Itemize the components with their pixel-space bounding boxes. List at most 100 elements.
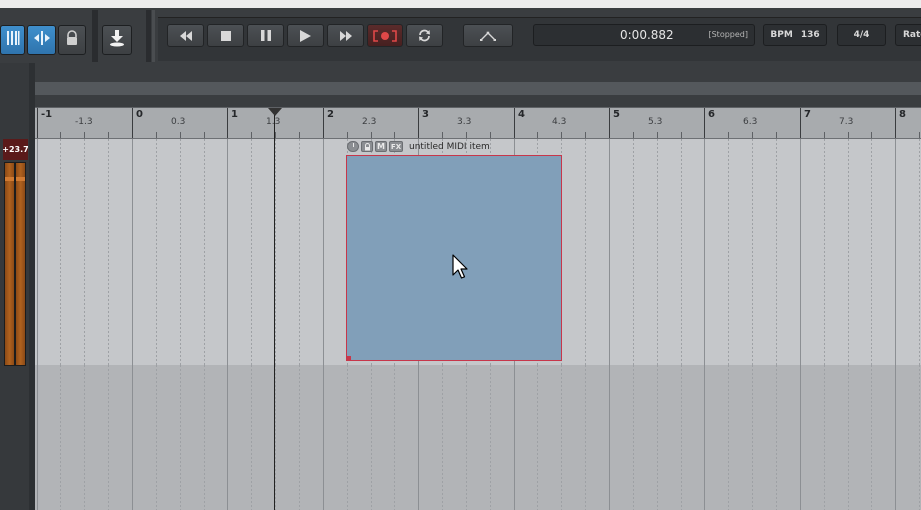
item-lock-icon[interactable] bbox=[361, 141, 373, 152]
transport-state: [Stopped] bbox=[708, 30, 748, 39]
play-cursor-head[interactable] bbox=[268, 108, 282, 116]
ruler-beat-tick bbox=[180, 132, 181, 138]
ruler-bar-tick bbox=[609, 108, 610, 138]
grid-line bbox=[704, 365, 705, 510]
fast-forward-icon bbox=[339, 30, 353, 41]
grid-line bbox=[442, 365, 443, 510]
grid-line bbox=[132, 365, 133, 510]
playback-time: 0:00.882 bbox=[620, 28, 674, 42]
bpm-value: 136 bbox=[800, 30, 820, 40]
bpm-field[interactable]: BPM 136 bbox=[763, 24, 827, 46]
grid-line bbox=[227, 139, 228, 365]
meter-peak-readout[interactable]: +23.7 bbox=[3, 139, 28, 160]
item-mute-button[interactable]: M bbox=[375, 141, 387, 152]
grid-line bbox=[657, 365, 658, 510]
ruler-beat-label: 6.3 bbox=[743, 117, 758, 127]
bpm-label: BPM bbox=[770, 30, 793, 40]
grid-line bbox=[275, 139, 276, 365]
record-button[interactable] bbox=[367, 24, 403, 47]
ruler-bar-label: 0 bbox=[136, 109, 143, 120]
time-display[interactable]: 0:00.882 [Stopped] bbox=[533, 24, 755, 46]
grid-line bbox=[800, 139, 801, 365]
ruler-beat-tick bbox=[657, 132, 658, 138]
grid-line bbox=[871, 365, 872, 510]
time-signature-field[interactable]: 4/4 bbox=[837, 24, 886, 46]
ruler-beat-tick bbox=[466, 132, 467, 138]
ruler-bar-tick bbox=[514, 108, 515, 138]
grid-line bbox=[108, 365, 109, 510]
play-button[interactable] bbox=[287, 24, 324, 47]
ripple-icon bbox=[33, 30, 51, 50]
grid-line bbox=[585, 139, 586, 365]
loop-button[interactable] bbox=[406, 24, 443, 47]
fast-forward-button[interactable] bbox=[327, 24, 364, 47]
grid-line bbox=[418, 365, 419, 510]
stop-icon bbox=[220, 30, 231, 41]
grid-line bbox=[609, 365, 610, 510]
ruler-bar-tick bbox=[227, 108, 228, 138]
ruler-bar-tick bbox=[37, 108, 38, 138]
ruler-beat-tick bbox=[633, 132, 634, 138]
ruler-bar-label: 1 bbox=[231, 109, 238, 120]
grid-line bbox=[323, 139, 324, 365]
ripple-edit-button[interactable] bbox=[27, 25, 56, 55]
grid-toggle-button[interactable] bbox=[0, 25, 25, 55]
ruler-beat-tick bbox=[84, 132, 85, 138]
ruler-bar-label: 8 bbox=[899, 109, 906, 120]
grid-line bbox=[132, 139, 133, 365]
item-power-icon[interactable] bbox=[347, 141, 359, 152]
ruler-bar-label: 3 bbox=[422, 109, 429, 120]
ruler-beat-label: 3.3 bbox=[457, 117, 472, 127]
rewind-button[interactable] bbox=[167, 24, 204, 47]
lock-button[interactable] bbox=[58, 25, 86, 55]
grid-line bbox=[633, 365, 634, 510]
ruler-bar-tick bbox=[132, 108, 133, 138]
ruler-beat-tick bbox=[537, 132, 538, 138]
pause-button[interactable] bbox=[247, 24, 284, 47]
grid-line bbox=[37, 139, 38, 365]
grid-line bbox=[919, 139, 920, 365]
meter-right-channel bbox=[15, 162, 26, 366]
ruler-beat-tick bbox=[681, 132, 682, 138]
envelope-icon bbox=[480, 31, 496, 41]
daw-window: 0:00.882 [Stopped] BPM 136 4/4 Rate +23.… bbox=[0, 0, 921, 510]
timeline-ruler[interactable]: -1012345678-1.30.31.32.33.34.35.36.37.3 bbox=[35, 107, 921, 139]
ruler-beat-tick bbox=[776, 132, 777, 138]
grid-line bbox=[251, 139, 252, 365]
grid-line bbox=[371, 365, 372, 510]
horizontal-scrollbar[interactable] bbox=[35, 82, 921, 95]
toolbar-separator bbox=[146, 10, 151, 62]
ruler-beat-tick bbox=[108, 132, 109, 138]
grid-line bbox=[514, 365, 515, 510]
ruler-beat-tick bbox=[371, 132, 372, 138]
ruler-beat-tick bbox=[251, 132, 252, 138]
ruler-beat-tick bbox=[60, 132, 61, 138]
stop-button[interactable] bbox=[207, 24, 244, 47]
grid-line bbox=[895, 139, 896, 365]
ruler-bar-label: 5 bbox=[613, 109, 620, 120]
grid-line bbox=[37, 365, 38, 510]
grid-line bbox=[776, 365, 777, 510]
grid-line bbox=[204, 365, 205, 510]
ruler-beat-tick bbox=[442, 132, 443, 138]
rate-field[interactable]: Rate bbox=[895, 24, 921, 46]
grid-line bbox=[323, 365, 324, 510]
grid-line bbox=[156, 139, 157, 365]
item-fx-button[interactable]: FX bbox=[389, 141, 403, 152]
ruler-bar-label: 4 bbox=[518, 109, 525, 120]
toolbar-separator bbox=[152, 10, 155, 62]
grid-line bbox=[251, 365, 252, 510]
ruler-bar-label: 6 bbox=[708, 109, 715, 120]
empty-track-area[interactable] bbox=[35, 365, 921, 510]
grid-line bbox=[728, 365, 729, 510]
render-button[interactable] bbox=[102, 25, 132, 55]
grid-icon bbox=[6, 30, 20, 50]
lock-icon bbox=[65, 30, 79, 50]
envelope-mode-button[interactable] bbox=[463, 24, 513, 47]
ruler-beat-tick bbox=[299, 132, 300, 138]
grid-line bbox=[537, 365, 538, 510]
ruler-beat-tick bbox=[919, 132, 920, 138]
play-icon bbox=[300, 29, 311, 42]
item-header: M FX untitled MIDI item bbox=[347, 140, 490, 153]
grid-line bbox=[299, 139, 300, 365]
